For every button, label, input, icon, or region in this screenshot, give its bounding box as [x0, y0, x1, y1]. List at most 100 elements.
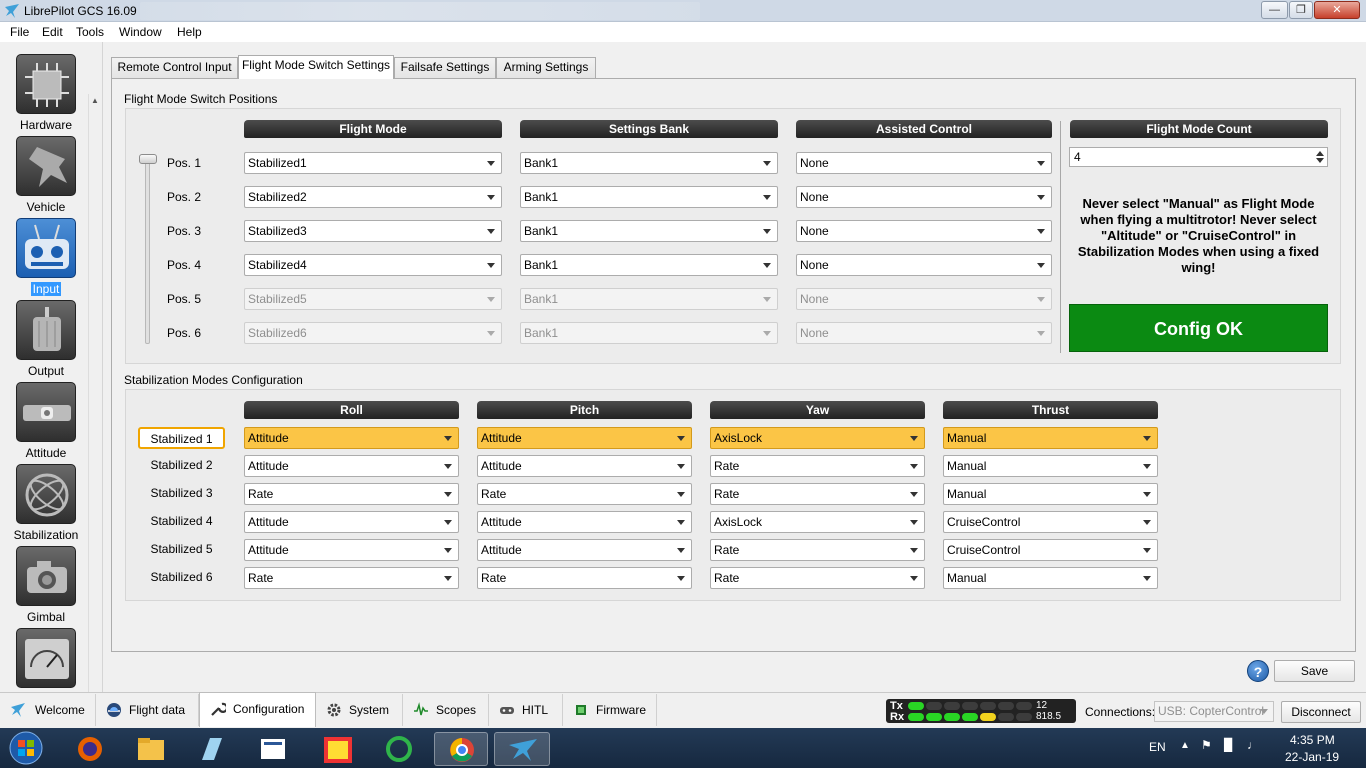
green-app-taskbar-icon[interactable]	[377, 732, 421, 766]
yaw-mode-select-stab2[interactable]: Rate	[710, 455, 925, 477]
column-divider	[1060, 121, 1061, 353]
tab-scopes[interactable]: Scopes	[403, 694, 489, 726]
thrust-mode-select-stab1[interactable]: Manual	[943, 427, 1158, 449]
maximize-button[interactable]: ❐	[1289, 1, 1313, 19]
assisted-control-select-pos4[interactable]: None	[796, 254, 1052, 276]
thrust-mode-select-stab5[interactable]: CruiseControl	[943, 539, 1158, 561]
help-button[interactable]: ?	[1247, 660, 1269, 682]
menu-window[interactable]: Window	[119, 25, 162, 39]
settings-bank-select-pos4[interactable]: Bank1	[520, 254, 778, 276]
tab-arming-settings[interactable]: Arming Settings	[496, 57, 596, 78]
settings-bank-select-pos2[interactable]: Bank1	[520, 186, 778, 208]
clock-date[interactable]: 22-Jan-19	[1285, 750, 1339, 764]
thrust-mode-select-stab4[interactable]: CruiseControl	[943, 511, 1158, 533]
settings-bank-select-pos3[interactable]: Bank1	[520, 220, 778, 242]
tab-label: Firmware	[596, 703, 646, 717]
thrust-mode-select-stab3[interactable]: Manual	[943, 483, 1158, 505]
assisted-control-select-pos2[interactable]: None	[796, 186, 1052, 208]
tab-configuration[interactable]: Configuration	[199, 692, 316, 727]
rx-led	[998, 713, 1014, 721]
close-button[interactable]: ✕	[1314, 1, 1360, 19]
yaw-mode-select-stab1[interactable]: AxisLock	[710, 427, 925, 449]
tray-expand-icon[interactable]: ▲	[1180, 740, 1190, 751]
menu-tools[interactable]: Tools	[76, 25, 104, 39]
chrome-taskbar-icon[interactable]	[434, 732, 488, 766]
flight-mode-select-pos2[interactable]: Stabilized2	[244, 186, 502, 208]
clock-time[interactable]: 4:35 PM	[1290, 733, 1335, 747]
tab-remote-control-input[interactable]: Remote Control Input	[111, 57, 238, 78]
sidebar-scrollbar[interactable]: ▲ ▼	[88, 94, 101, 734]
pitch-mode-select-stab3[interactable]: Rate	[477, 483, 692, 505]
explorer-taskbar-icon[interactable]	[129, 732, 173, 766]
spin-up-icon[interactable]	[1315, 149, 1325, 157]
pitch-mode-select-stab2[interactable]: Attitude	[477, 455, 692, 477]
tab-system[interactable]: System	[316, 694, 403, 726]
spin-down-icon[interactable]	[1315, 157, 1325, 165]
tab-label: System	[349, 703, 390, 717]
firefox-taskbar-icon[interactable]	[68, 732, 112, 766]
volume-icon[interactable]: ♩	[1247, 738, 1259, 752]
menu-file[interactable]: File	[10, 25, 29, 39]
action-center-icon[interactable]: ⚑	[1201, 738, 1212, 752]
tab-failsafe-settings[interactable]: Failsafe Settings	[394, 57, 496, 78]
notes-taskbar-icon[interactable]	[190, 732, 234, 766]
chevron-down-icon	[763, 161, 771, 166]
pitch-mode-select-stab4[interactable]: Attitude	[477, 511, 692, 533]
sidebar-item-more[interactable]	[0, 628, 90, 692]
flight-mode-warning: Never select "Manual" as Flight Mode whe…	[1077, 196, 1320, 275]
menu-edit[interactable]: Edit	[42, 25, 63, 39]
flight-mode-select-pos1[interactable]: Stabilized1	[244, 152, 502, 174]
slider-handle[interactable]	[139, 154, 157, 164]
assisted-control-select-pos1[interactable]: None	[796, 152, 1052, 174]
flight-mode-select-pos4[interactable]: Stabilized4	[244, 254, 502, 276]
sidebar-item-hardware[interactable]: Hardware	[0, 54, 90, 136]
language-indicator[interactable]: EN	[1149, 740, 1166, 754]
roll-mode-select-stab5[interactable]: Attitude	[244, 539, 459, 561]
tab-hitl[interactable]: HITL	[489, 694, 563, 726]
sidebar-item-stabilization[interactable]: Stabilization	[0, 464, 90, 546]
flight-mode-select-pos3[interactable]: Stabilized3	[244, 220, 502, 242]
select-value: Rate	[714, 571, 740, 585]
settings-bank-select-pos1[interactable]: Bank1	[520, 152, 778, 174]
flight-mode-count-spinbox[interactable]: 4	[1069, 147, 1328, 167]
thrust-mode-select-stab2[interactable]: Manual	[943, 455, 1158, 477]
scroll-up-arrow-icon[interactable]: ▲	[91, 96, 99, 105]
menu-help[interactable]: Help	[177, 25, 202, 39]
minimize-button[interactable]: —	[1261, 1, 1288, 19]
tab-welcome[interactable]: Welcome	[0, 694, 96, 726]
sidebar-item-output[interactable]: Output	[0, 300, 90, 382]
pitch-mode-select-stab5[interactable]: Attitude	[477, 539, 692, 561]
windows-start-icon[interactable]	[5, 730, 47, 766]
save-button[interactable]: Save	[1274, 660, 1355, 682]
yaw-mode-select-stab4[interactable]: AxisLock	[710, 511, 925, 533]
roll-mode-select-stab2[interactable]: Attitude	[244, 455, 459, 477]
roll-mode-select-stab3[interactable]: Rate	[244, 483, 459, 505]
yaw-mode-select-stab5[interactable]: Rate	[710, 539, 925, 561]
roll-mode-select-stab1[interactable]: Attitude	[244, 427, 459, 449]
document-taskbar-icon[interactable]	[251, 732, 295, 766]
sidebar-item-attitude[interactable]: Attitude	[0, 382, 90, 464]
assisted-control-select-pos3[interactable]: None	[796, 220, 1052, 242]
tab-flight-data[interactable]: Flight data	[96, 694, 199, 726]
tab-flight-mode-switch-settings[interactable]: Flight Mode Switch Settings	[238, 55, 394, 79]
yaw-mode-select-stab6[interactable]: Rate	[710, 567, 925, 589]
flight-mode-switch-slider[interactable]	[145, 160, 150, 344]
select-value: Rate	[714, 543, 740, 557]
tab-firmware[interactable]: Firmware	[563, 694, 657, 726]
sidebar-item-vehicle[interactable]: Vehicle	[0, 136, 90, 218]
pitch-mode-select-stab1[interactable]: Attitude	[477, 427, 692, 449]
roll-mode-select-stab4[interactable]: Attitude	[244, 511, 459, 533]
connections-value: USB: CopterControl	[1158, 704, 1265, 718]
config-tabs: Remote Control Input Flight Mode Switch …	[111, 55, 711, 79]
sidebar-item-gimbal[interactable]: Gimbal	[0, 546, 90, 628]
disconnect-button[interactable]: Disconnect	[1281, 701, 1361, 723]
sidebar-item-input[interactable]: Input	[0, 218, 90, 300]
pitch-mode-select-stab6[interactable]: Rate	[477, 567, 692, 589]
librepilot-taskbar-icon[interactable]	[494, 732, 550, 766]
thrust-mode-select-stab6[interactable]: Manual	[943, 567, 1158, 589]
yaw-mode-select-stab3[interactable]: Rate	[710, 483, 925, 505]
connections-select[interactable]: USB: CopterControl	[1154, 701, 1274, 722]
roll-mode-select-stab6[interactable]: Rate	[244, 567, 459, 589]
network-icon[interactable]: ▉	[1224, 738, 1233, 752]
puzzle-taskbar-icon[interactable]	[316, 732, 360, 766]
